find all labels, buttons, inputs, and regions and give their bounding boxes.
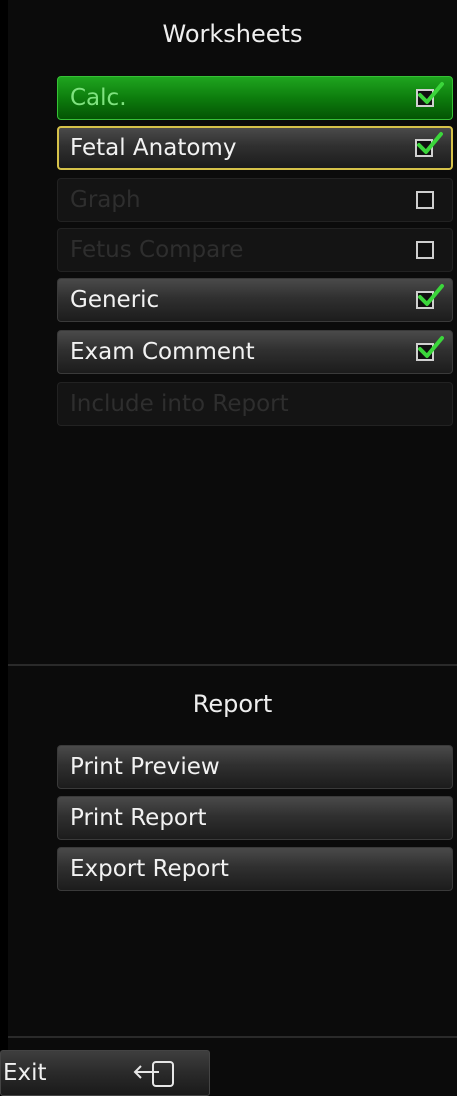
worksheet-item-label: Calc. (70, 85, 127, 111)
worksheets-title: Worksheets (162, 20, 303, 48)
worksheet-item-calc[interactable]: Calc. (57, 76, 453, 120)
worksheet-item-label: Fetal Anatomy (70, 135, 237, 161)
worksheet-panel: Worksheets Calc. Fetal Anatomy Graph Fet… (8, 0, 457, 1096)
export-report-button[interactable]: Export Report (57, 847, 453, 891)
footer-divider (8, 1036, 457, 1038)
include-into-report-button[interactable]: Include into Report (57, 382, 453, 426)
checkbox-checked-icon[interactable] (416, 82, 444, 107)
include-into-report-label: Include into Report (70, 391, 289, 417)
checkbox-checked-icon[interactable] (416, 284, 444, 309)
worksheet-item-fetal-anatomy[interactable]: Fetal Anatomy (57, 126, 453, 170)
worksheet-item-label: Generic (70, 287, 160, 313)
checkbox-unchecked-icon[interactable] (416, 241, 434, 259)
print-report-label: Print Report (70, 805, 207, 831)
worksheet-item-fetus-compare[interactable]: Fetus Compare (57, 228, 453, 272)
section-divider (8, 664, 457, 666)
worksheet-item-label: Graph (70, 187, 141, 213)
checkbox-checked-icon[interactable] (416, 336, 444, 361)
exit-label: Exit (3, 1060, 47, 1086)
print-preview-button[interactable]: Print Preview (57, 745, 453, 789)
checkbox-unchecked-icon[interactable] (416, 191, 434, 209)
worksheet-item-label: Exam Comment (70, 339, 255, 365)
checkbox-checked-icon[interactable] (415, 132, 443, 157)
worksheet-item-generic[interactable]: Generic (57, 278, 453, 322)
report-title: Report (192, 690, 273, 718)
exit-button[interactable]: Exit (0, 1050, 210, 1096)
worksheet-item-exam-comment[interactable]: Exam Comment (57, 330, 453, 374)
exit-door-icon (133, 1061, 174, 1087)
print-preview-label: Print Preview (70, 754, 220, 780)
print-report-button[interactable]: Print Report (57, 796, 453, 840)
worksheet-item-graph[interactable]: Graph (57, 178, 453, 222)
worksheet-item-label: Fetus Compare (70, 237, 244, 263)
export-report-label: Export Report (70, 856, 229, 882)
